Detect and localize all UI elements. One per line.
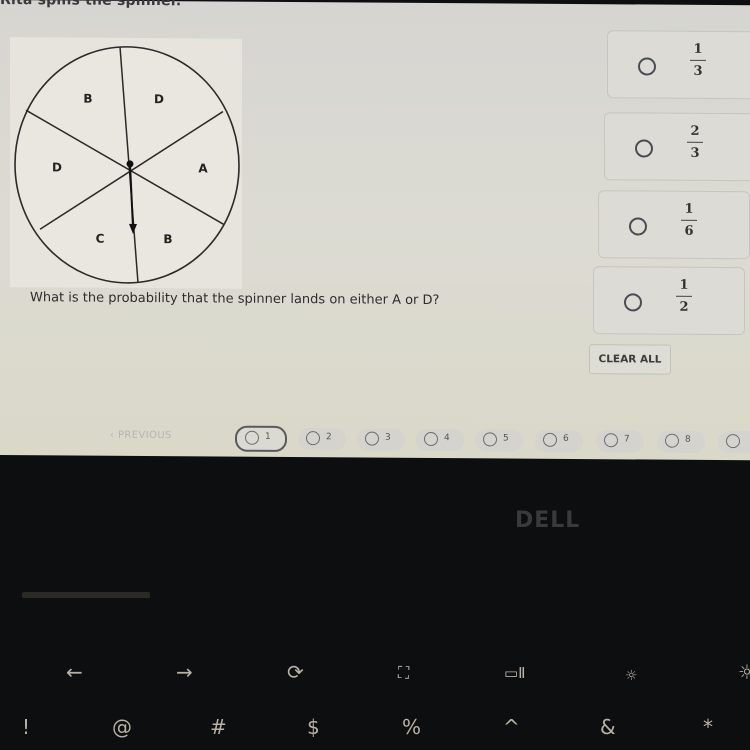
fraction-bar xyxy=(690,59,706,61)
question-nav-2[interactable]: 2 xyxy=(298,428,346,451)
section-label: C xyxy=(96,232,105,246)
forward-arrow-icon[interactable]: → xyxy=(176,660,193,684)
key-caret[interactable]: ^ xyxy=(503,715,520,739)
key-asterisk[interactable]: * xyxy=(703,715,713,739)
circle-icon xyxy=(306,431,320,446)
question-number: 5 xyxy=(503,433,509,444)
refresh-icon[interactable]: ⟳ xyxy=(287,660,304,684)
function-key-row: ← → ⟳ ⛶ ▭Ⅱ ☼ ☼ xyxy=(0,660,750,710)
numerator: 2 xyxy=(690,123,700,139)
previous-label: PREVIOUS xyxy=(117,429,172,442)
circle-icon xyxy=(365,431,379,446)
question-number: 1 xyxy=(265,431,271,442)
numerator: 1 xyxy=(679,277,689,293)
key-percent[interactable]: % xyxy=(402,715,421,739)
previous-button[interactable]: ‹ PREVIOUS xyxy=(110,430,172,441)
question-number: 6 xyxy=(563,433,569,444)
question-nav-1[interactable]: 1 xyxy=(235,425,287,453)
question-number: 3 xyxy=(385,432,391,443)
question-nav-3[interactable]: 3 xyxy=(357,428,405,451)
answer-option-2[interactable]: 2 3 xyxy=(604,112,750,182)
section-label: B xyxy=(83,92,92,106)
circle-icon xyxy=(726,434,740,449)
fraction: 2 3 xyxy=(685,124,705,161)
section-label: D xyxy=(52,160,62,174)
circle-icon xyxy=(665,433,679,448)
key-dollar[interactable]: $ xyxy=(307,715,320,739)
fullscreen-icon[interactable]: ⛶ xyxy=(398,663,409,683)
question-prompt: What is the probability that the spinner… xyxy=(30,290,440,309)
circle-icon xyxy=(483,432,497,447)
brightness-up-icon[interactable]: ☼ xyxy=(738,660,750,684)
spinner-image: B D A B C D xyxy=(10,37,242,289)
answer-option-4[interactable]: 1 2 xyxy=(593,266,745,336)
key-hash[interactable]: # xyxy=(210,715,227,739)
radio-button[interactable] xyxy=(629,217,647,236)
chevron-left-icon: ‹ xyxy=(110,429,118,441)
dell-logo: DELL xyxy=(515,508,581,533)
section-label: D xyxy=(154,92,164,106)
answer-option-3[interactable]: 1 6 xyxy=(598,190,750,260)
key-ampersand[interactable]: & xyxy=(600,715,616,739)
radio-button[interactable] xyxy=(638,57,656,76)
question-nav-4[interactable]: 4 xyxy=(416,428,464,452)
question-navigation: ‹ PREVIOUS 1 2 3 4 5 6 7 8 xyxy=(0,424,750,459)
circle-icon xyxy=(604,433,618,448)
radio-button[interactable] xyxy=(624,293,642,312)
key-exclamation[interactable]: ! xyxy=(22,715,30,739)
numerator: 1 xyxy=(684,201,694,217)
key-at[interactable]: @ xyxy=(112,715,132,739)
fraction: 1 2 xyxy=(674,278,694,315)
brightness-down-icon[interactable]: ☼ xyxy=(625,668,638,684)
fraction: 1 6 xyxy=(679,202,699,239)
denominator: 6 xyxy=(684,223,694,239)
answer-option-1[interactable]: 1 3 xyxy=(607,30,750,100)
back-arrow-icon[interactable]: ← xyxy=(66,660,83,684)
circle-icon xyxy=(543,432,557,447)
question-nav-6[interactable]: 6 xyxy=(535,429,583,453)
denominator: 3 xyxy=(693,63,703,79)
fraction-bar xyxy=(687,141,703,143)
radio-button[interactable] xyxy=(635,139,653,158)
question-number: 4 xyxy=(444,433,450,444)
section-label: B xyxy=(163,232,172,246)
numerator: 1 xyxy=(693,41,703,57)
clear-all-button[interactable]: CLEAR ALL xyxy=(589,344,671,375)
spinner-diagram: B D A B C D xyxy=(14,46,240,284)
question-number: 8 xyxy=(685,434,691,445)
circle-icon xyxy=(245,430,259,445)
question-nav-8[interactable]: 8 xyxy=(657,430,705,453)
question-nav-9[interactable] xyxy=(718,431,750,454)
section-label: A xyxy=(198,161,208,175)
window-overview-icon[interactable]: ▭Ⅱ xyxy=(504,664,526,682)
denominator: 2 xyxy=(679,299,689,315)
question-number: 2 xyxy=(326,432,332,443)
fraction-bar xyxy=(676,295,692,297)
laptop-hinge xyxy=(22,592,150,598)
circle-icon xyxy=(424,431,438,447)
question-nav-5[interactable]: 5 xyxy=(475,429,523,452)
question-number: 7 xyxy=(624,434,630,445)
question-intro: Rita spins the spinner. xyxy=(0,0,182,10)
question-nav-7[interactable]: 7 xyxy=(596,430,644,453)
screen: Rita spins the spinner. B D A B C D What… xyxy=(0,0,750,468)
fraction: 1 3 xyxy=(688,42,708,79)
denominator: 3 xyxy=(690,145,700,161)
number-key-row: ! @ # $ % ^ & * xyxy=(0,715,750,750)
fraction-bar xyxy=(681,219,697,221)
